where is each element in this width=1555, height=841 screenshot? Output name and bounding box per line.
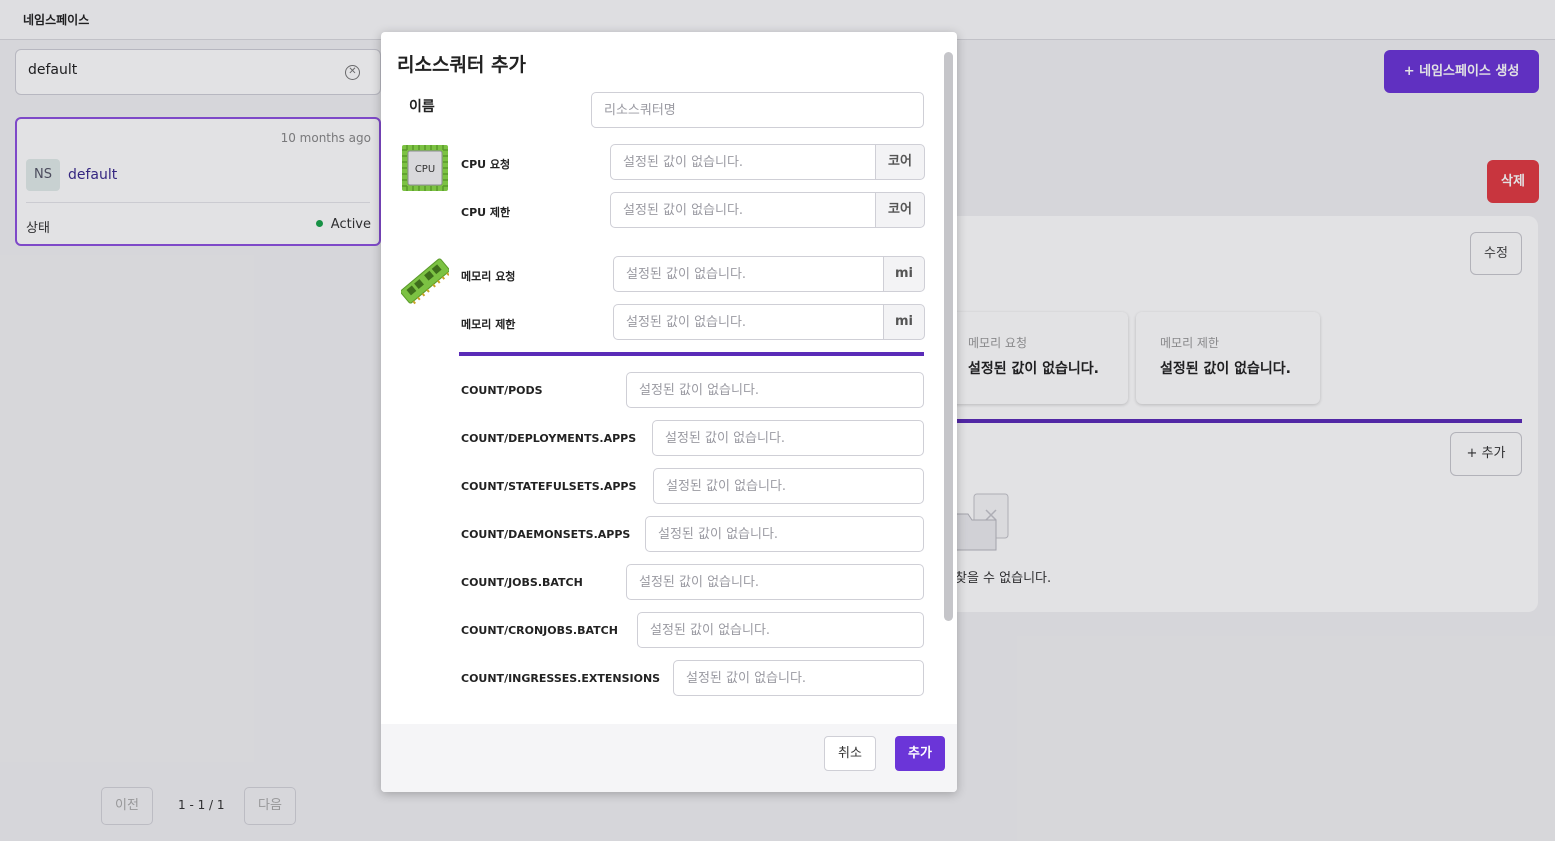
count-pods-input[interactable]: [626, 372, 924, 408]
cancel-button[interactable]: 취소: [824, 736, 876, 771]
cpu-request-label: CPU 요청: [461, 158, 511, 171]
dialog-footer: 취소 추가: [381, 724, 957, 792]
memory-limit-label: 메모리 제한: [461, 318, 516, 331]
memory-request-label: 메모리 요청: [461, 270, 516, 283]
quota-name-input[interactable]: [591, 92, 924, 128]
count-daemonsets-input[interactable]: [645, 516, 924, 552]
count-deployments-label: COUNT/DEPLOYMENTS.APPS: [461, 432, 637, 445]
count-daemonsets-label: COUNT/DAEMONSETS.APPS: [461, 528, 631, 541]
memory-icon: [401, 258, 449, 305]
memory-request-unit: mi: [883, 256, 925, 292]
count-cronjobs-label: COUNT/CRONJOBS.BATCH: [461, 624, 618, 637]
memory-limit-unit: mi: [883, 304, 925, 340]
cpu-request-input[interactable]: [610, 144, 877, 180]
section-divider: [459, 352, 924, 356]
cpu-limit-input[interactable]: [610, 192, 877, 228]
dialog-title: 리소스쿼터 추가: [397, 54, 526, 76]
count-statefulsets-label: COUNT/STATEFULSETS.APPS: [461, 480, 637, 493]
name-label: 이름: [409, 99, 435, 115]
cpu-icon: CPU: [402, 145, 448, 191]
count-jobs-input[interactable]: [626, 564, 924, 600]
add-resource-quota-dialog: 리소스쿼터 추가 이름 CPU CPU 요청 코어 CPU 제한 코어 메모리 …: [381, 32, 957, 792]
count-statefulsets-input[interactable]: [653, 468, 924, 504]
cpu-request-unit: 코어: [875, 144, 925, 180]
count-pods-label: COUNT/PODS: [461, 384, 543, 397]
count-deployments-input[interactable]: [652, 420, 924, 456]
count-ingresses-label: COUNT/INGRESSES.EXTENSIONS: [461, 672, 661, 685]
count-ingresses-input[interactable]: [673, 660, 924, 696]
scrollbar[interactable]: [944, 52, 953, 621]
cpu-limit-unit: 코어: [875, 192, 925, 228]
submit-add-button[interactable]: 추가: [895, 736, 945, 771]
cpu-limit-label: CPU 제한: [461, 206, 511, 219]
memory-limit-input[interactable]: [613, 304, 885, 340]
memory-request-input[interactable]: [613, 256, 885, 292]
count-jobs-label: COUNT/JOBS.BATCH: [461, 576, 583, 589]
count-cronjobs-input[interactable]: [637, 612, 924, 648]
cpu-icon-text: CPU: [415, 164, 435, 175]
